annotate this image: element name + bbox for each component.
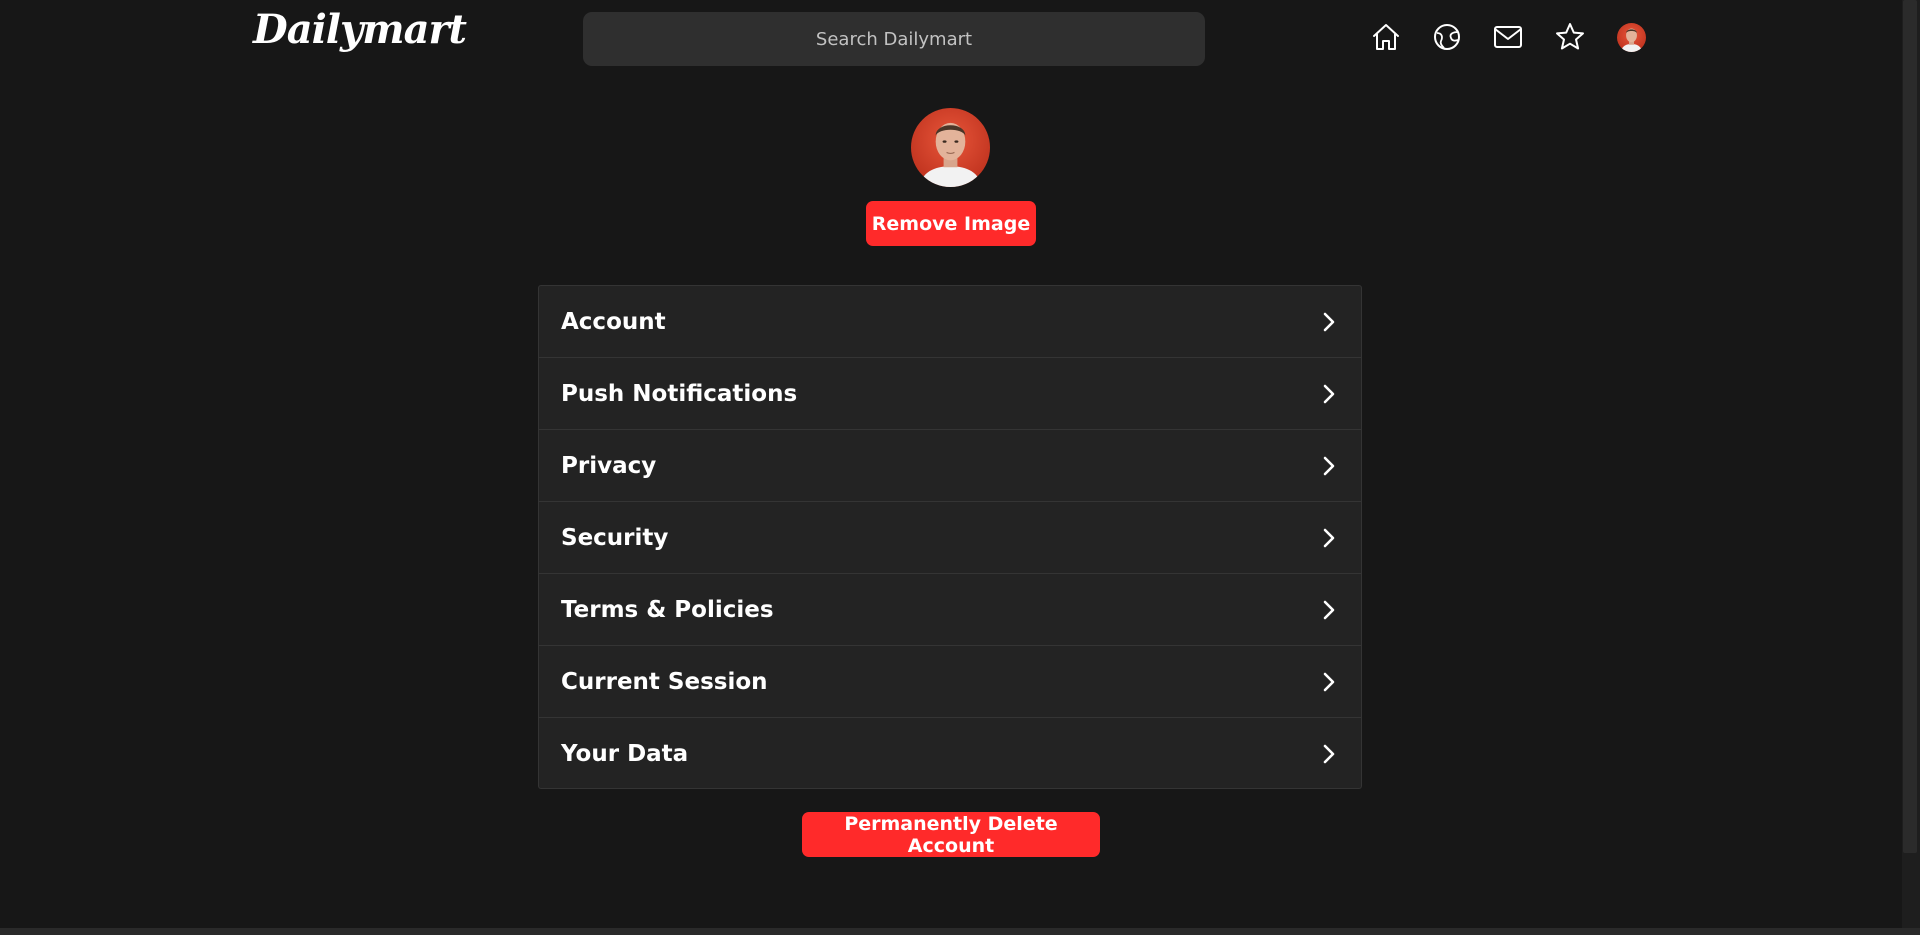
chevron-right-icon xyxy=(1323,600,1335,620)
avatar-image xyxy=(1617,23,1646,52)
explore-icon[interactable] xyxy=(1431,21,1463,53)
remove-image-button[interactable]: Remove Image xyxy=(866,201,1036,246)
settings-item-label: Your Data xyxy=(561,741,689,767)
chevron-right-icon xyxy=(1323,456,1335,476)
scrollbar-thumb[interactable] xyxy=(1903,0,1917,853)
settings-item-privacy[interactable]: Privacy xyxy=(539,430,1361,502)
search-input[interactable] xyxy=(583,12,1205,66)
star-icon[interactable] xyxy=(1554,21,1586,53)
delete-account-button[interactable]: Permanently Delete Account xyxy=(802,812,1100,857)
home-icon[interactable] xyxy=(1370,21,1402,53)
settings-item-label: Account xyxy=(561,308,666,335)
settings-item-terms-policies[interactable]: Terms & Policies xyxy=(539,574,1361,646)
chevron-right-icon xyxy=(1323,744,1335,764)
chevron-right-icon xyxy=(1323,384,1335,404)
settings-item-label: Privacy xyxy=(561,452,657,479)
settings-item-push-notifications[interactable]: Push Notifications xyxy=(539,358,1361,430)
chevron-right-icon xyxy=(1323,672,1335,692)
settings-item-label: Current Session xyxy=(561,668,768,695)
bottom-divider xyxy=(0,928,1920,935)
settings-item-label: Terms & Policies xyxy=(561,596,774,623)
settings-item-your-data[interactable]: Your Data xyxy=(539,718,1361,790)
settings-item-label: Security xyxy=(561,524,669,551)
mail-icon[interactable] xyxy=(1492,21,1524,53)
top-navbar: Dailymart xyxy=(0,0,1920,78)
avatar[interactable] xyxy=(1617,23,1646,52)
settings-item-account[interactable]: Account xyxy=(539,286,1361,358)
settings-item-current-session[interactable]: Current Session xyxy=(539,646,1361,718)
chevron-right-icon xyxy=(1323,312,1335,332)
settings-item-security[interactable]: Security xyxy=(539,502,1361,574)
chevron-right-icon xyxy=(1323,528,1335,548)
profile-picture[interactable] xyxy=(911,108,990,187)
settings-list: Account Push Notifications Privacy Secur… xyxy=(538,285,1362,789)
dailymart-logo[interactable]: Dailymart xyxy=(253,6,467,53)
settings-item-label: Push Notifications xyxy=(561,380,798,407)
profile-image xyxy=(911,108,990,187)
